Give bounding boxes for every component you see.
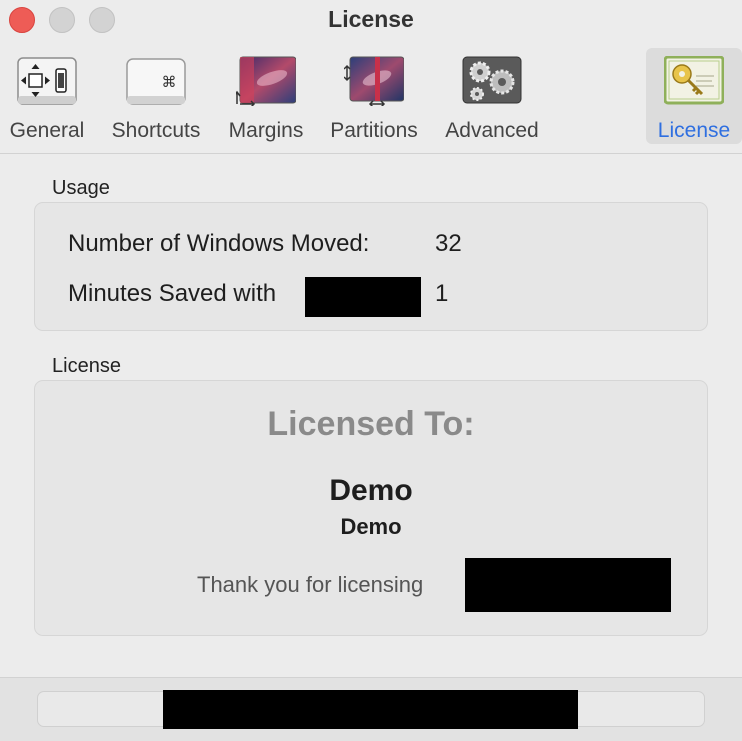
minutes-saved-label: Minutes Saved with — [68, 280, 277, 307]
licensed-to-heading: Licensed To: — [267, 405, 475, 443]
redacted-app-name — [305, 277, 421, 317]
minutes-saved-value: 1 — [435, 280, 449, 307]
galaxy-margins-icon — [236, 56, 296, 106]
tab-license[interactable]: License — [646, 48, 742, 144]
command-key-icon: ⌘ — [126, 58, 186, 105]
tab-margins-label: Margins — [228, 119, 304, 142]
thanks-message: Thank you for licensing — [197, 572, 424, 597]
title-toolbar: License General ⌘ Shortcuts Margins Part… — [0, 0, 742, 154]
licensee-organization: Demo — [340, 514, 402, 539]
redacted-button-label — [163, 690, 578, 729]
tab-partitions-label: Partitions — [330, 119, 418, 142]
galaxy-partitions-icon — [344, 56, 404, 106]
tab-shortcuts[interactable]: ⌘ Shortcuts — [100, 48, 212, 144]
windows-moved-value: 32 — [435, 230, 462, 257]
window-title: License — [328, 6, 414, 32]
move-arrows-icon — [17, 57, 77, 105]
windows-moved-label: Number of Windows Moved: — [68, 230, 370, 257]
key-certificate-icon — [664, 56, 724, 105]
tab-shortcuts-label: Shortcuts — [111, 119, 201, 142]
gears-icon — [462, 56, 522, 104]
tab-advanced[interactable]: Advanced — [437, 48, 547, 144]
usage-section-label: Usage — [52, 177, 110, 199]
tab-general[interactable]: General — [0, 48, 94, 144]
tab-advanced-label: Advanced — [445, 119, 539, 142]
license-section-label: License — [52, 355, 121, 377]
tab-partitions[interactable]: Partitions — [320, 48, 428, 144]
svg-text:⌘: ⌘ — [162, 73, 177, 91]
licensee-name: Demo — [329, 474, 413, 507]
preferences-window: License General ⌘ Shortcuts Margins Part… — [0, 0, 742, 741]
redacted-product-name — [465, 558, 671, 612]
tab-margins[interactable]: Margins — [218, 48, 314, 144]
tab-license-label: License — [657, 119, 731, 142]
tab-general-label: General — [9, 119, 85, 142]
